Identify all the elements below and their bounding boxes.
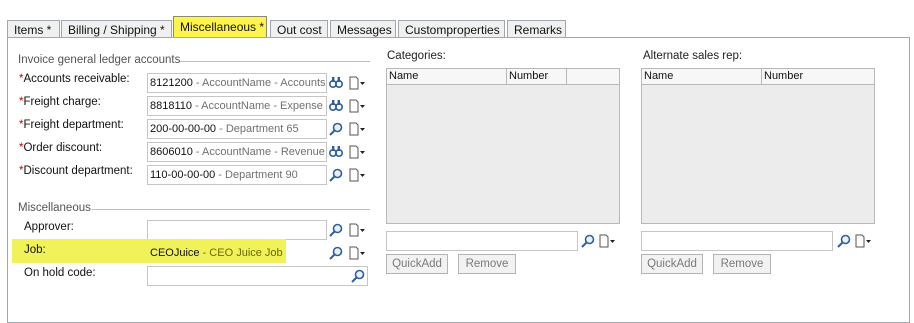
- accounts-receivable-field[interactable]: 8121200 - AccountName - Accounts Receiva…: [147, 73, 327, 93]
- discount-department-field[interactable]: 110-00-00-00 - Department 90: [147, 165, 327, 185]
- order-discount-field[interactable]: 8606010 - AccountName - Revenue: [147, 142, 327, 162]
- alt-sales-rep-search-field[interactable]: [641, 231, 833, 251]
- tab-out-cost[interactable]: Out cost: [270, 20, 328, 38]
- search-magnifier-icon[interactable]: [328, 119, 344, 139]
- categories-remove-button[interactable]: Remove: [458, 254, 516, 274]
- column-header-number[interactable]: Number: [762, 69, 874, 85]
- job-field[interactable]: CEOJuice - CEO Juice Job: [147, 243, 327, 263]
- tab-billing-shipping[interactable]: Billing / Shipping *: [61, 20, 172, 38]
- freight-charge-field[interactable]: 8818110 - AccountName - Expense: [147, 96, 327, 116]
- tab-miscellaneous[interactable]: Miscellaneous *: [173, 16, 267, 38]
- document-dropdown-icon[interactable]: [348, 96, 366, 116]
- categories-grid[interactable]: Name Number: [386, 68, 620, 224]
- approver-label: Approver:: [24, 221, 74, 233]
- alt-sales-rep-grid-header: Name Number: [642, 69, 874, 85]
- document-dropdown-icon[interactable]: [348, 142, 366, 162]
- categories-title: Categories:: [387, 50, 446, 62]
- lookup-binoculars-icon[interactable]: [328, 73, 344, 93]
- alt-sales-rep-quickadd-button[interactable]: QuickAdd: [641, 254, 703, 274]
- search-magnifier-icon[interactable]: [328, 243, 344, 263]
- column-header-name[interactable]: Name: [642, 69, 762, 85]
- gl-section-divider: [180, 61, 370, 62]
- on-hold-code-field[interactable]: [147, 266, 368, 286]
- tab-remarks[interactable]: Remarks: [507, 20, 566, 38]
- document-dropdown-icon[interactable]: [348, 220, 366, 240]
- order-discount-label: *Order discount:: [19, 142, 103, 154]
- alt-sales-rep-title: Alternate sales rep:: [643, 50, 743, 62]
- job-label: Job:: [24, 244, 46, 256]
- freight-department-label: *Freight department:: [19, 119, 124, 131]
- search-magnifier-icon[interactable]: [836, 231, 852, 251]
- document-dropdown-icon[interactable]: [348, 243, 366, 263]
- categories-quickadd-button[interactable]: QuickAdd: [386, 254, 448, 274]
- tab-label: Messages: [337, 23, 392, 37]
- gl-section-title: Invoice general ledger accounts: [18, 54, 181, 66]
- document-dropdown-icon[interactable]: [348, 73, 366, 93]
- tab-label: Miscellaneous *: [180, 20, 265, 34]
- search-magnifier-icon[interactable]: [328, 165, 344, 185]
- on-hold-code-label: On hold code:: [24, 267, 96, 279]
- tab-label: Remarks: [514, 23, 563, 37]
- tab-items[interactable]: Items *: [7, 20, 60, 38]
- freight-charge-label: *Freight charge:: [19, 96, 101, 108]
- search-magnifier-icon[interactable]: [328, 220, 344, 240]
- alt-sales-rep-grid[interactable]: Name Number: [641, 68, 875, 224]
- misc-section-divider: [92, 209, 370, 210]
- misc-section-title: Miscellaneous: [18, 202, 91, 214]
- tab-customproperties[interactable]: Customproperties: [398, 20, 505, 38]
- freight-department-field[interactable]: 200-00-00-00 - Department 65: [147, 119, 327, 139]
- tab-label: Items *: [14, 23, 52, 37]
- alt-sales-rep-remove-button[interactable]: Remove: [713, 254, 771, 274]
- lookup-binoculars-icon[interactable]: [328, 142, 344, 162]
- tab-label: Out cost: [277, 23, 322, 37]
- tab-messages[interactable]: Messages: [330, 20, 396, 38]
- lookup-binoculars-icon[interactable]: [328, 96, 344, 116]
- tab-bar: Items * Billing / Shipping * Miscellaneo…: [0, 0, 914, 38]
- categories-search-field[interactable]: [386, 231, 578, 251]
- column-header-name[interactable]: Name: [387, 69, 507, 85]
- search-magnifier-icon[interactable]: [350, 266, 366, 286]
- document-dropdown-icon[interactable]: [854, 231, 872, 251]
- tab-label: Billing / Shipping *: [68, 23, 165, 37]
- categories-grid-header: Name Number: [387, 69, 619, 85]
- tab-label: Customproperties: [405, 23, 500, 37]
- document-dropdown-icon[interactable]: [348, 119, 366, 139]
- column-header-number[interactable]: Number: [507, 69, 567, 85]
- approver-field[interactable]: [147, 220, 327, 240]
- discount-department-label: *Discount department:: [19, 165, 133, 177]
- accounts-receivable-label: *Accounts receivable:: [19, 73, 130, 85]
- search-magnifier-icon[interactable]: [580, 231, 596, 251]
- document-dropdown-icon[interactable]: [598, 231, 616, 251]
- document-dropdown-icon[interactable]: [348, 165, 366, 185]
